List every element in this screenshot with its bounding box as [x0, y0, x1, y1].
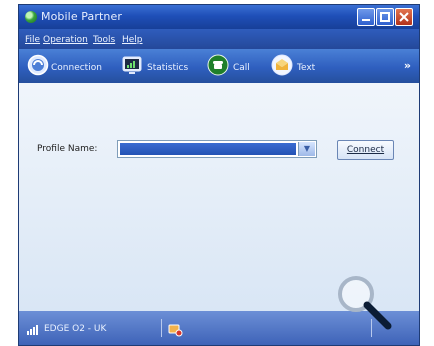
status-divider: [161, 319, 162, 337]
phone-icon: [207, 54, 229, 76]
signal-strength-icon: [27, 325, 38, 335]
toolbar-text-button[interactable]: Text: [271, 49, 321, 83]
toolbar-statistics-label: Statistics: [147, 63, 189, 73]
maximize-button[interactable]: [376, 8, 394, 26]
profile-name-dropdown[interactable]: ▼: [117, 140, 317, 158]
close-icon: [399, 12, 409, 22]
minimize-icon: [362, 19, 370, 21]
maximize-icon: [380, 12, 390, 22]
close-button[interactable]: [395, 8, 413, 26]
profile-selected-value: [120, 143, 296, 155]
toolbar-statistics-button[interactable]: Statistics: [121, 49, 199, 83]
profile-name-label: Profile Name:: [37, 144, 98, 154]
network-status-text: EDGE O2 - UK: [44, 324, 107, 334]
envelope-icon: [271, 54, 293, 76]
toolbar-call-button[interactable]: Call: [207, 49, 259, 83]
toolbar-connection-label: Connection: [51, 63, 102, 73]
toolbar-text-label: Text: [297, 63, 316, 73]
app-logo-icon: [25, 11, 37, 23]
menu-file[interactable]: File: [25, 35, 40, 45]
statistics-icon: [122, 56, 142, 74]
menu-help[interactable]: Help: [122, 35, 143, 45]
magnifier-icon: [338, 276, 392, 330]
minimize-button[interactable]: [357, 8, 375, 26]
menu-tools[interactable]: Tools: [93, 35, 115, 45]
menu-bar: File Operation Tools Help: [19, 29, 419, 49]
dropdown-arrow-icon[interactable]: ▼: [298, 142, 315, 156]
title-bar[interactable]: Mobile Partner: [19, 5, 419, 29]
toolbar-call-label: Call: [233, 63, 250, 73]
menu-operation[interactable]: Operation: [43, 35, 88, 45]
toolbar-connection-button[interactable]: Connection: [25, 49, 103, 83]
main-toolbar: Connection Statistics Call Text »: [19, 49, 419, 83]
toolbar-overflow-chevron-icon[interactable]: »: [404, 59, 411, 72]
window-title: Mobile Partner: [41, 10, 122, 23]
connect-button[interactable]: Connect: [337, 140, 394, 160]
connection-icon: [27, 54, 49, 76]
sms-alert-icon[interactable]: [167, 321, 183, 337]
